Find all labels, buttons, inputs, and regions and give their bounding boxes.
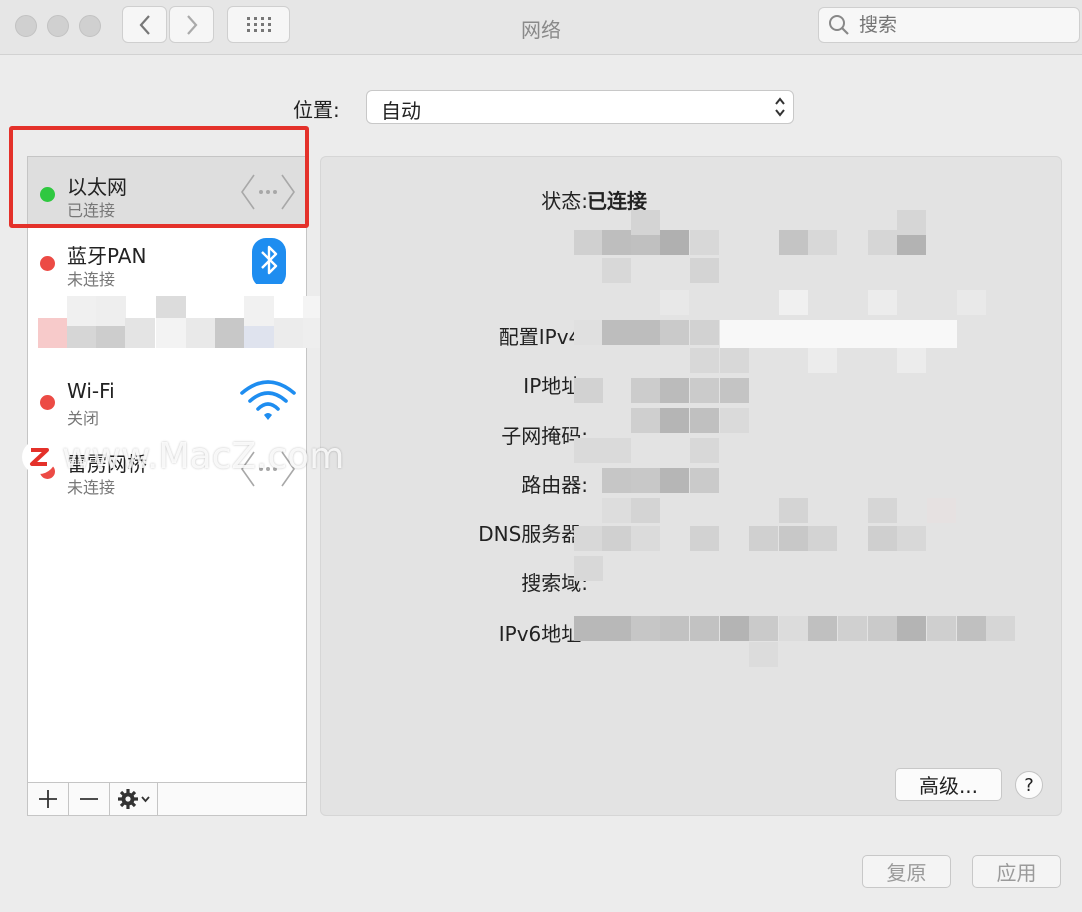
watermark-text: www.MacZ.com bbox=[62, 436, 345, 477]
z-logo-icon bbox=[30, 448, 49, 466]
minus-icon bbox=[80, 798, 98, 800]
location-select[interactable]: 自动 bbox=[366, 90, 794, 124]
service-list: 以太网 已连接 蓝牙PAN 未连接 Wi-Fi 关闭 雷雳网桥 未连接 bbox=[27, 156, 307, 816]
router-label: 路由器: bbox=[521, 473, 588, 497]
status-dot bbox=[40, 256, 55, 271]
dns-server-label: DNS服务器: bbox=[478, 522, 588, 546]
bluetooth-icon bbox=[252, 238, 286, 284]
status-dot bbox=[40, 395, 55, 410]
help-button[interactable]: ? bbox=[1015, 771, 1043, 799]
title-bar: 网络 bbox=[0, 0, 1082, 55]
service-name: Wi-Fi bbox=[67, 379, 115, 403]
service-item-wifi[interactable]: Wi-Fi 关闭 bbox=[28, 365, 306, 433]
location-label: 位置: bbox=[293, 98, 340, 122]
wifi-icon bbox=[240, 380, 296, 420]
revert-button[interactable]: 复原 bbox=[862, 855, 951, 888]
remove-service-button[interactable] bbox=[69, 783, 110, 815]
advanced-button[interactable]: 高级... bbox=[895, 768, 1002, 801]
location-value: 自动 bbox=[381, 99, 421, 123]
search-input[interactable] bbox=[857, 13, 1061, 37]
service-name: 蓝牙PAN bbox=[67, 244, 147, 268]
add-service-button[interactable] bbox=[28, 783, 69, 815]
apply-button[interactable]: 应用 bbox=[972, 855, 1061, 888]
redacted-service-item bbox=[38, 296, 334, 362]
search-icon bbox=[829, 15, 849, 35]
service-status: 关闭 bbox=[67, 409, 100, 428]
list-toolbar bbox=[28, 782, 306, 815]
watermark-logo-icon bbox=[22, 440, 56, 474]
gear-icon bbox=[117, 789, 150, 809]
updown-chevron-icon bbox=[775, 97, 785, 117]
service-status: 未连接 bbox=[67, 270, 116, 289]
action-menu-button[interactable] bbox=[110, 783, 158, 815]
service-item-bluetooth-pan[interactable]: 蓝牙PAN 未连接 bbox=[28, 226, 306, 294]
highlight-frame bbox=[9, 126, 309, 228]
service-status: 未连接 bbox=[67, 478, 116, 497]
search-field[interactable] bbox=[818, 7, 1080, 43]
status-label: 状态: bbox=[541, 189, 588, 213]
plus-icon bbox=[39, 790, 57, 808]
